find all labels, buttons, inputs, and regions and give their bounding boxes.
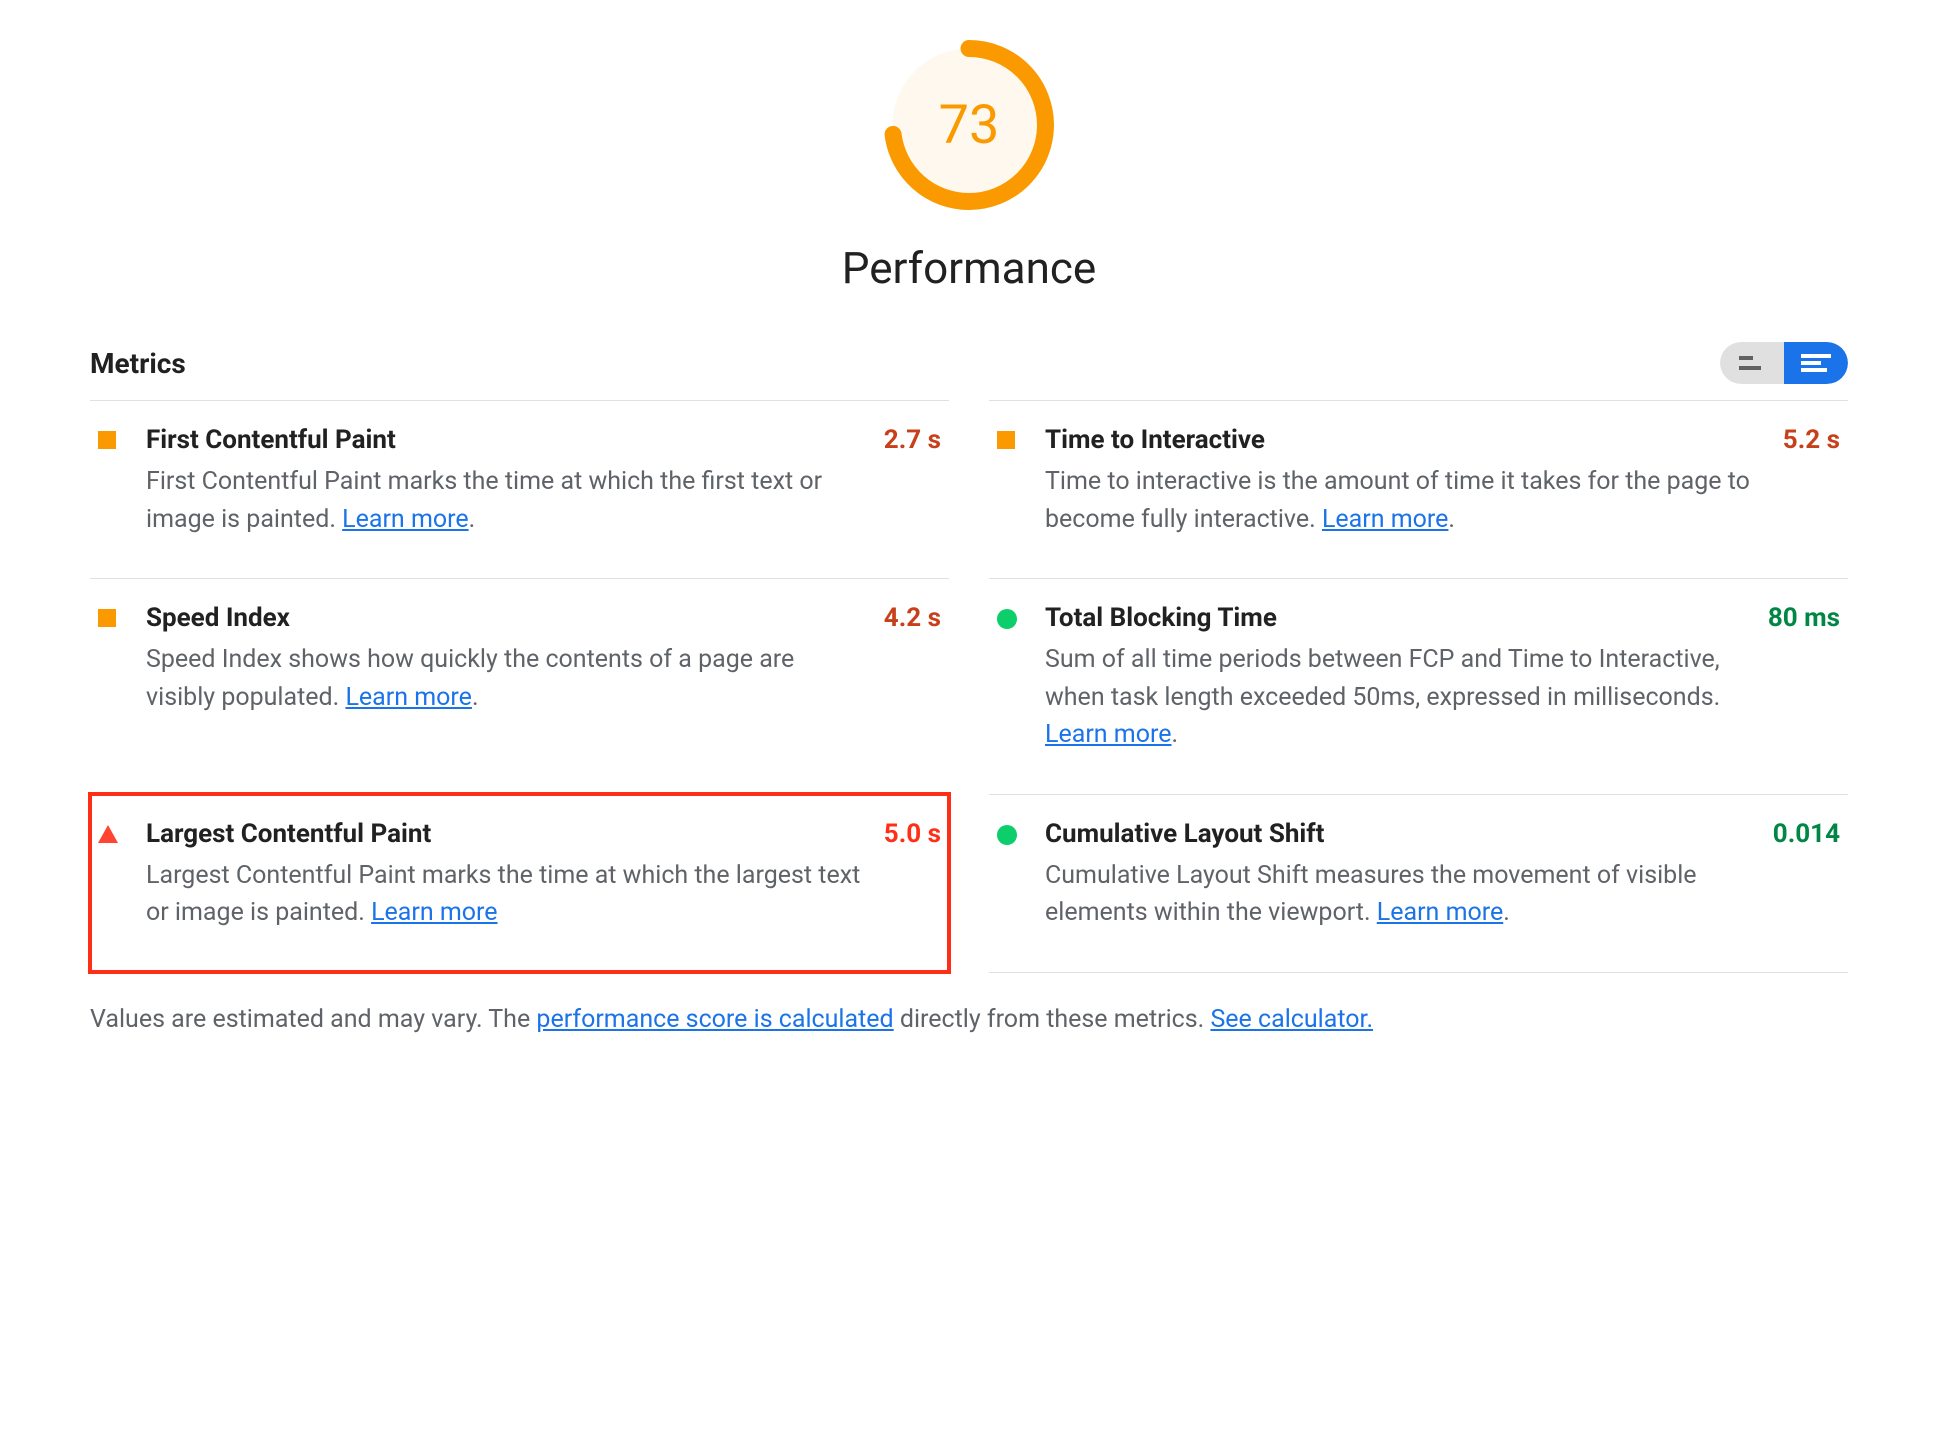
metric-body: Cumulative Layout Shift Cumulative Layout… [1045,819,1757,932]
square-icon [997,431,1015,449]
triangle-icon [98,825,118,843]
metric-description-text: Sum of all time periods between FCP and … [1045,645,1720,712]
square-icon [98,431,116,449]
view-expanded-icon [1801,354,1831,372]
gauge-title: Performance [842,242,1097,294]
metric-card: First Contentful Paint First Contentful P… [90,400,949,578]
metric-description: Speed Index shows how quickly the conten… [146,641,868,716]
footer-text-mid: directly from these metrics. [894,1005,1211,1034]
metric-description: First Contentful Paint marks the time at… [146,463,868,538]
metrics-heading: Metrics [90,347,186,380]
gauge-score: 73 [884,40,1054,210]
metric-status-icon [98,431,122,538]
learn-more-link[interactable]: Learn more [1045,720,1171,749]
period: . [1448,505,1455,534]
metric-title: Total Blocking Time [1045,603,1752,633]
period: . [1503,898,1510,927]
circle-icon [997,609,1017,629]
metric-value: 2.7 s [884,425,941,538]
metric-body: Largest Contentful Paint Largest Contentf… [146,819,868,932]
metric-title: Speed Index [146,603,868,633]
metric-body: Speed Index Speed Index shows how quickly… [146,603,868,754]
metric-body: Total Blocking Time Sum of all time perio… [1045,603,1752,754]
metric-card: Total Blocking Time Sum of all time perio… [989,578,1848,794]
metric-status-icon [997,609,1021,754]
metric-status-icon [997,431,1021,538]
metric-value: 0.014 [1773,819,1840,932]
metric-description-text: First Contentful Paint marks the time at… [146,467,822,534]
metric-status-icon [997,825,1021,932]
metric-description-text: Cumulative Layout Shift measures the mov… [1045,861,1697,928]
metric-value: 5.0 s [884,819,941,932]
footer-link-score[interactable]: performance score is calculated [536,1005,893,1034]
metric-card: Speed Index Speed Index shows how quickly… [90,578,949,794]
metric-description: Largest Contentful Paint marks the time … [146,857,868,932]
period: . [469,505,476,534]
view-toggle [1720,342,1848,384]
metric-body: First Contentful Paint First Contentful P… [146,425,868,538]
metric-description-text: Largest Contentful Paint marks the time … [146,861,860,928]
square-icon [98,609,116,627]
metric-title: Largest Contentful Paint [146,819,868,849]
view-expanded-button[interactable] [1784,342,1848,384]
period: . [1171,720,1178,749]
metric-title: Time to Interactive [1045,425,1767,455]
learn-more-link[interactable]: Learn more [345,683,471,712]
metric-body: Time to Interactive Time to interactive i… [1045,425,1767,538]
learn-more-link[interactable]: Learn more [371,898,497,927]
footer-text: Values are estimated and may vary. The [90,1005,536,1034]
learn-more-link[interactable]: Learn more [342,505,468,534]
metric-title: First Contentful Paint [146,425,868,455]
metric-status-icon [98,825,122,932]
metric-description: Sum of all time periods between FCP and … [1045,641,1752,754]
view-compact-icon [1739,356,1765,370]
metric-title: Cumulative Layout Shift [1045,819,1757,849]
metric-status-icon [98,609,122,754]
period: . [472,683,479,712]
metric-description: Time to interactive is the amount of tim… [1045,463,1767,538]
metric-card: Largest Contentful Paint Largest Contentf… [90,794,949,972]
performance-gauge: 73 Performance [90,40,1848,294]
learn-more-link[interactable]: Learn more [1377,898,1503,927]
learn-more-link[interactable]: Learn more [1322,505,1448,534]
footer-note: Values are estimated and may vary. The p… [90,1001,1848,1039]
metric-value: 4.2 s [884,603,941,754]
circle-icon [997,825,1017,845]
metric-card: Cumulative Layout Shift Cumulative Layout… [989,794,1848,972]
metric-description: Cumulative Layout Shift measures the mov… [1045,857,1757,932]
view-compact-button[interactable] [1720,342,1784,384]
footer-link-calculator[interactable]: See calculator. [1210,1005,1373,1034]
metric-value: 80 ms [1768,603,1840,754]
metric-value: 5.2 s [1783,425,1840,538]
metric-card: Time to Interactive Time to interactive i… [989,400,1848,578]
